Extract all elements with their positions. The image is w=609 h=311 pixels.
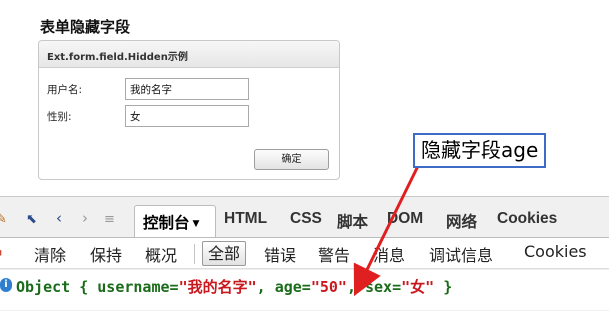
confirm-button[interactable]: 确定 (254, 149, 329, 170)
username-field[interactable]: 我的名字 (125, 78, 249, 100)
form-panel: Ext.form.field.Hidden示例 用户名: 我的名字 性别: 女 … (38, 40, 340, 180)
filter-warnings-button[interactable]: 警告 (318, 242, 350, 266)
command-line-icon[interactable]: ≡ (104, 212, 115, 227)
clear-button[interactable]: 清除 (34, 242, 66, 266)
separator (194, 244, 195, 264)
tab-network[interactable]: 网络 (446, 210, 477, 232)
gender-label: 性别: (47, 110, 72, 123)
filter-cookies-button[interactable]: Cookies (524, 242, 587, 261)
info-icon: i (0, 278, 12, 292)
log-age-key: age= (274, 278, 311, 296)
console-filter-row: ⏸ 清除 保持 概况 全部 错误 警告 消息 调试信息 Cookies (0, 237, 609, 269)
gender-row: 性别: 女 (47, 105, 249, 127)
gender-field[interactable]: 女 (125, 105, 249, 127)
tab-css[interactable]: CSS (290, 210, 322, 228)
profile-button[interactable]: 概况 (145, 242, 177, 266)
pointer-icon[interactable]: ⬉ (26, 212, 37, 227)
dropdown-arrow-icon[interactable]: ▼ (193, 219, 200, 229)
log-open-brace: { (79, 278, 89, 296)
tab-console[interactable]: 控制台 ▼ (134, 205, 216, 237)
log-username-value: "我的名字" (178, 278, 257, 296)
tab-dom[interactable]: DOM (387, 210, 423, 228)
filter-errors-button[interactable]: 错误 (264, 242, 296, 266)
log-sex-value: "女" (401, 278, 435, 296)
page-title: 表单隐藏字段 (40, 18, 131, 36)
tab-script[interactable]: 脚本 (337, 210, 368, 232)
tab-cookies[interactable]: Cookies (497, 210, 557, 228)
log-close-brace: } (443, 278, 453, 296)
username-row: 用户名: 我的名字 (47, 78, 249, 100)
filter-debug-button[interactable]: 调试信息 (429, 242, 493, 266)
tab-html[interactable]: HTML (224, 210, 267, 228)
annotation-callout: 隐藏字段age (413, 133, 547, 168)
pause-icon[interactable]: ⏸ (0, 246, 3, 261)
log-object-word: Object (16, 278, 71, 296)
console-output: i Object { username="我的名字", age="50", se… (0, 270, 609, 310)
log-comma: , (256, 278, 266, 296)
form-panel-header: Ext.form.field.Hidden示例 (39, 41, 339, 68)
tab-console-label: 控制台 (143, 214, 190, 232)
back-icon[interactable]: ‹ (56, 209, 62, 227)
log-comma: , (346, 278, 356, 296)
log-age-value: "50" (310, 278, 347, 296)
username-label: 用户名: (47, 83, 83, 96)
devtools-tabs-row: ✎ ⬉ ‹ › ≡ 控制台 ▼ HTML CSS 脚本 DOM 网络 Cookie… (0, 205, 609, 237)
filter-all-button[interactable]: 全部 (202, 241, 247, 266)
console-log-line[interactable]: Object { username="我的名字", age="50", sex=… (16, 276, 452, 297)
inspect-icon[interactable]: ✎ (0, 212, 7, 227)
persist-button[interactable]: 保持 (90, 242, 122, 266)
log-sex-key: sex= (365, 278, 402, 296)
log-username-key: username= (97, 278, 179, 296)
filter-info-button[interactable]: 消息 (373, 242, 405, 266)
forward-icon[interactable]: › (82, 209, 88, 227)
devtools-panel: ✎ ⬉ ‹ › ≡ 控制台 ▼ HTML CSS 脚本 DOM 网络 Cookie… (0, 196, 609, 311)
